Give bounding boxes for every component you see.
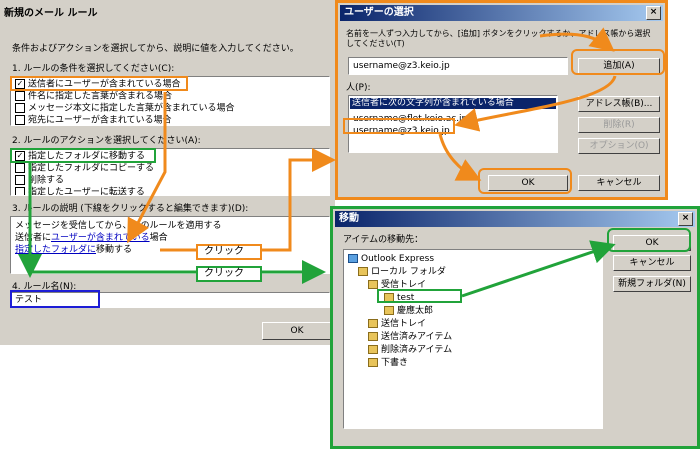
click-label-users: クリック xyxy=(196,244,262,260)
list-item[interactable]: 送信者に次の文字列が含まれている場合 xyxy=(350,98,556,109)
checkbox-icon[interactable] xyxy=(15,91,25,101)
close-icon[interactable]: × xyxy=(678,212,693,226)
folder-link[interactable]: 指定したフォルダに xyxy=(15,245,96,255)
actions-label: 2. ルールのアクションを選択してください(A): xyxy=(12,136,201,146)
folder-tree[interactable]: Outlook Express ローカル フォルダ 受信トレイ test 慶應太… xyxy=(343,249,603,429)
people-label: 人(P): xyxy=(346,83,371,93)
description-label: 3. ルールの説明 (下線をクリックすると編集できます)(D): xyxy=(12,204,249,214)
users-link[interactable]: ユーザーが含まれている xyxy=(51,233,150,243)
checkbox-icon[interactable] xyxy=(15,163,25,173)
delete-button[interactable]: 削除(R) xyxy=(578,117,660,133)
sent-icon xyxy=(368,332,378,341)
highlight-rule-name xyxy=(10,290,100,308)
local-folder-icon xyxy=(358,267,368,276)
condition-to[interactable]: 宛先にユーザーが含まれている場合 xyxy=(15,115,172,125)
rule-description: メッセージを受信してから、このルールを適用する 送信者にユーザーが含まれている場… xyxy=(10,216,330,274)
address-book-button[interactable]: アドレス帳(B)... xyxy=(578,96,660,112)
description-line-1: メッセージを受信してから、このルールを適用する xyxy=(15,221,222,231)
outlook-icon xyxy=(348,254,358,263)
move-dialog-titlebar: 移動 × xyxy=(335,211,695,227)
tree-item-keio-taro[interactable]: 慶應太郎 xyxy=(384,306,433,317)
rule-instruction: 条件およびアクションを選択してから、説明に値を入力してください。 xyxy=(12,44,299,54)
condition-subject[interactable]: 件名に指定した言葉が含まれる場合 xyxy=(15,91,172,103)
checkbox-icon[interactable] xyxy=(15,103,25,113)
highlight-add-button xyxy=(571,49,665,75)
tree-item-local-folders[interactable]: ローカル フォルダ xyxy=(358,267,446,278)
folder-icon xyxy=(384,306,394,315)
draft-icon xyxy=(368,358,378,367)
user-cancel-button[interactable]: キャンセル xyxy=(578,175,660,191)
user-input[interactable]: username@z3.keio.jp xyxy=(348,57,568,75)
new-folder-button[interactable]: 新規フォルダ(N) xyxy=(613,276,691,292)
highlight-action-move xyxy=(10,148,156,163)
action-forward[interactable]: 指定したユーザーに転送する xyxy=(15,187,145,195)
rule-dialog-title: 新規のメール ルール xyxy=(4,8,98,19)
action-delete[interactable]: 削除する xyxy=(15,175,64,187)
description-line-3: 指定したフォルダに移動する xyxy=(15,245,133,255)
highlight-user-entry xyxy=(343,118,455,134)
highlight-ok-button xyxy=(478,168,572,194)
highlight-move-ok xyxy=(607,228,691,252)
action-copy[interactable]: 指定したフォルダにコピーする xyxy=(15,163,154,175)
tree-item-deleted[interactable]: 削除済みアイテム xyxy=(368,345,452,356)
highlight-test-folder xyxy=(377,289,462,303)
checkbox-icon[interactable] xyxy=(15,187,25,195)
user-dialog-titlebar: ユーザーの選択 × xyxy=(340,5,663,21)
condition-body[interactable]: メッセージ本文に指定した言葉が含まれている場合 xyxy=(15,103,235,115)
trash-icon xyxy=(368,345,378,354)
outbox-icon xyxy=(368,319,378,328)
options-button[interactable]: オプション(O) xyxy=(578,138,660,154)
tree-item-sent[interactable]: 送信済みアイテム xyxy=(368,332,452,343)
rule-ok-button[interactable]: OK xyxy=(262,322,332,340)
highlight-condition-sender xyxy=(10,76,188,91)
tree-item-outbox[interactable]: 送信トレイ xyxy=(368,319,426,330)
user-dialog-instruction: 名前を一人ずつ入力してから、[追加] ボタンをクリックするか、アドレス帳から選択… xyxy=(346,29,651,48)
inbox-icon xyxy=(368,280,378,289)
description-line-2: 送信者にユーザーが含まれている場合 xyxy=(15,233,168,243)
conditions-label: 1. ルールの条件を選択してください(C): xyxy=(12,64,175,74)
tree-item-outlook[interactable]: Outlook Express xyxy=(348,254,434,265)
move-cancel-button[interactable]: キャンセル xyxy=(613,255,691,271)
checkbox-icon[interactable] xyxy=(15,175,25,185)
click-label-folder: クリック xyxy=(196,266,262,282)
move-to-label: アイテムの移動先： xyxy=(343,235,424,245)
tree-item-drafts[interactable]: 下書き xyxy=(368,358,408,369)
checkbox-icon[interactable] xyxy=(15,115,25,125)
close-icon[interactable]: × xyxy=(646,6,661,20)
